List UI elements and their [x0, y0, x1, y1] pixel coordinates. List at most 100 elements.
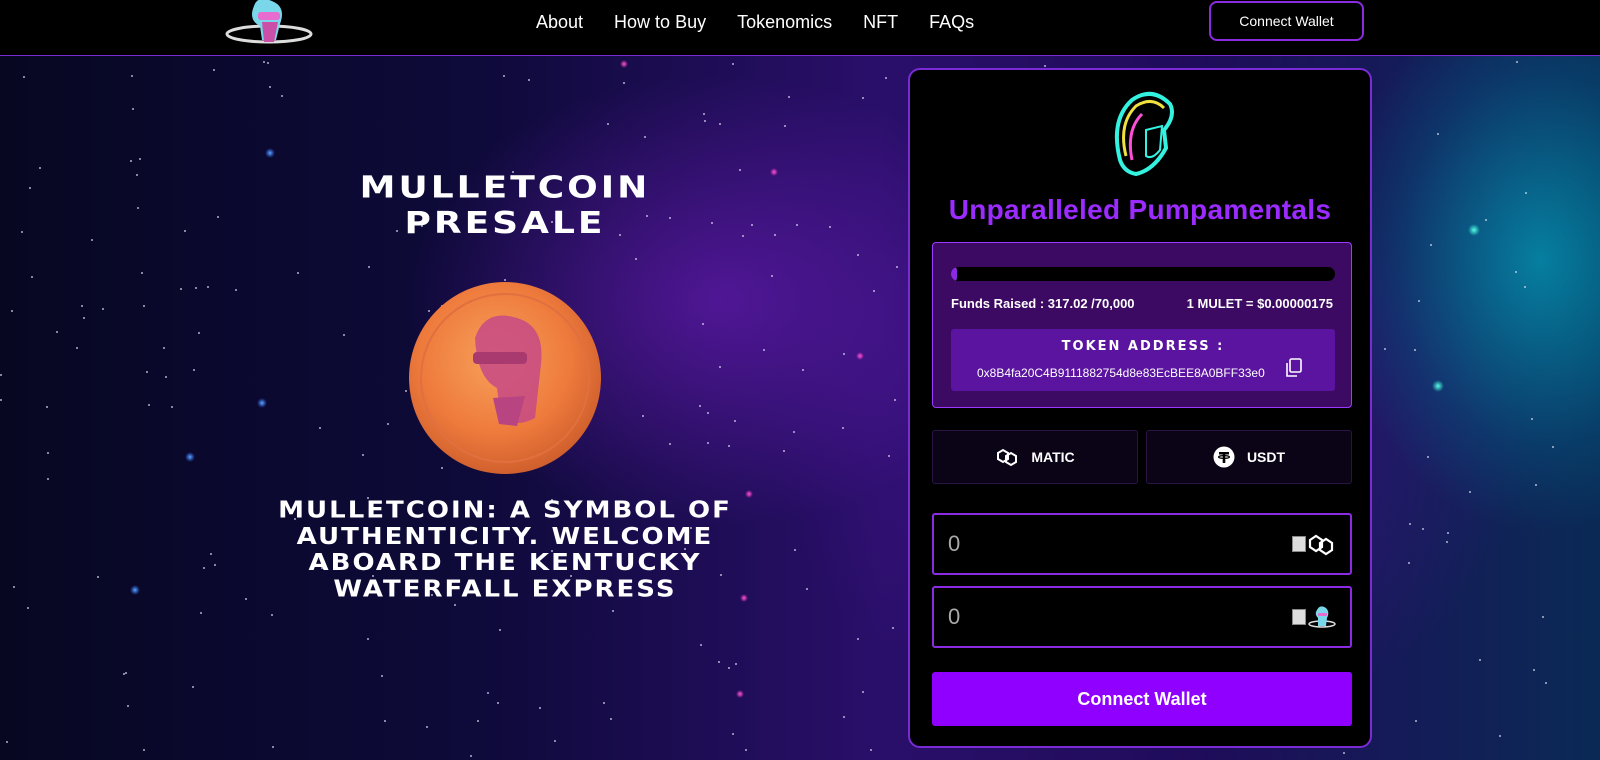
star: [266, 62, 269, 65]
star: [801, 369, 804, 372]
receive-amount-stepper[interactable]: [1292, 609, 1306, 625]
star: [184, 229, 187, 232]
star: [784, 124, 787, 127]
star: [297, 271, 300, 274]
presale-title: Unparalleled Pumpamentals: [948, 194, 1332, 225]
star: [700, 643, 703, 646]
tether-icon: [1213, 446, 1235, 468]
usdt-label: USDT: [1246, 449, 1286, 465]
star: [894, 399, 897, 402]
star: [731, 733, 734, 736]
star: [13, 586, 16, 589]
pay-amount-stepper[interactable]: [1292, 536, 1306, 552]
star: [207, 286, 210, 289]
star: [610, 718, 613, 721]
star: [1415, 719, 1418, 722]
star: [38, 167, 41, 170]
star: [142, 749, 145, 752]
mullet-avatar-icon: [1114, 92, 1174, 176]
star: [1541, 615, 1544, 618]
matic-currency-button[interactable]: MATIC: [932, 430, 1138, 484]
glowing-star: [770, 168, 778, 176]
receive-amount-input[interactable]: [934, 588, 1274, 646]
star: [81, 304, 84, 307]
star: [102, 307, 105, 310]
nav-tokenomics[interactable]: Tokenomics: [737, 12, 832, 33]
glowing-star: [130, 585, 140, 595]
glowing-star: [1432, 380, 1444, 392]
funds-progress-bar: [951, 267, 1335, 281]
star: [869, 748, 872, 751]
glowing-star: [257, 398, 267, 408]
star: [497, 702, 500, 705]
star: [728, 445, 731, 448]
star: [1485, 219, 1488, 222]
star: [137, 206, 140, 209]
star: [553, 740, 556, 743]
star: [453, 603, 456, 606]
star: [741, 234, 744, 237]
nav-about[interactable]: About: [536, 12, 583, 33]
pay-amount-input[interactable]: [934, 515, 1274, 573]
copy-icon[interactable]: [1285, 358, 1303, 378]
star: [669, 443, 672, 446]
glowing-star: [185, 452, 195, 462]
star: [366, 638, 369, 641]
star: [487, 691, 490, 694]
star: [1524, 286, 1527, 289]
star: [1408, 562, 1411, 565]
header-connect-wallet-button[interactable]: Connect Wallet: [1209, 1, 1364, 41]
star: [1413, 349, 1416, 352]
star: [711, 221, 714, 224]
hero-title-line: MULLETCOIN: [359, 170, 651, 206]
nav-faqs[interactable]: FAQs: [929, 12, 974, 33]
star: [425, 725, 428, 728]
star: [1343, 752, 1346, 755]
usdt-currency-button[interactable]: USDT: [1146, 430, 1352, 484]
star: [96, 576, 99, 579]
star: [829, 226, 832, 229]
mulletcoin-token-icon: [1308, 606, 1336, 628]
star: [1534, 483, 1537, 486]
top-navbar: About How to Buy Tokenomics NFT FAQs Con…: [0, 0, 1600, 56]
star: [738, 168, 741, 171]
star: [728, 667, 731, 670]
star: [634, 257, 637, 260]
star: [361, 453, 364, 456]
star: [123, 673, 126, 676]
star: [76, 346, 79, 349]
star: [56, 330, 59, 333]
star: [1468, 490, 1471, 493]
nav-nft[interactable]: NFT: [863, 12, 898, 33]
nav-how-to-buy[interactable]: How to Buy: [614, 12, 706, 33]
star: [1525, 191, 1528, 194]
connect-wallet-button[interactable]: Connect Wallet: [932, 672, 1352, 726]
star: [1498, 735, 1501, 738]
mullet-logo-icon[interactable]: [224, 0, 314, 46]
star: [5, 740, 8, 743]
star: [1545, 681, 1548, 684]
star: [21, 230, 24, 233]
star: [719, 365, 722, 368]
star: [127, 704, 130, 707]
star: [1436, 132, 1439, 135]
star: [125, 671, 128, 674]
star: [46, 452, 49, 455]
token-address-label: TOKEN ADDRESS :: [1061, 339, 1225, 354]
star: [502, 75, 505, 78]
receive-amount-field: [932, 586, 1352, 648]
token-address-box: TOKEN ADDRESS : 0x8B4fa20C4B9111882754d8…: [951, 329, 1335, 391]
star: [234, 289, 237, 292]
star: [138, 158, 141, 161]
star: [135, 173, 138, 176]
star: [773, 234, 776, 237]
star: [762, 348, 765, 351]
star: [269, 86, 272, 89]
hero-subtitle-line: MULLETCOIN: A SYMBOL OF: [278, 497, 732, 524]
star: [861, 690, 864, 693]
star: [707, 442, 710, 445]
star: [26, 607, 29, 610]
hero-subtitle-line: WATERFALL EXPRESS: [333, 576, 677, 603]
glowing-star: [620, 60, 628, 68]
star: [213, 68, 216, 71]
